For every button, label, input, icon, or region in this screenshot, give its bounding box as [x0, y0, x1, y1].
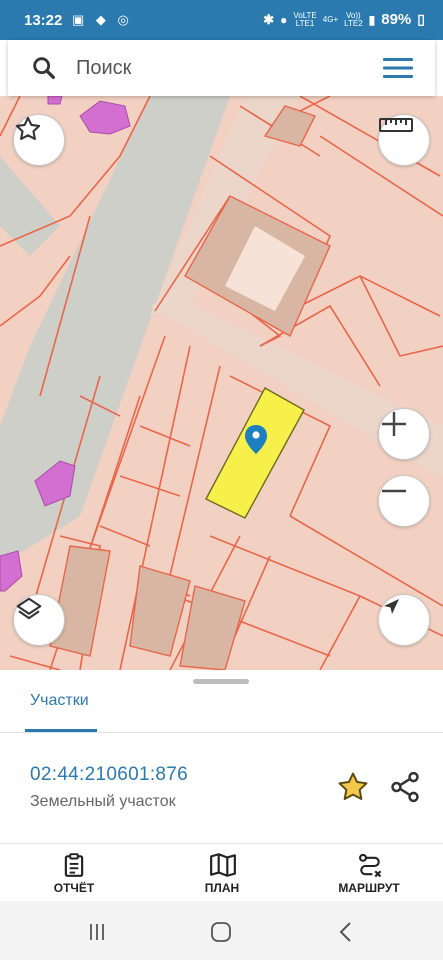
ruler-icon [379, 118, 413, 132]
search-icon[interactable] [30, 54, 58, 82]
battery-icon: ▯ [417, 11, 425, 27]
parcel-type: Земельный участок [30, 793, 176, 810]
favorite-map-button[interactable] [13, 114, 65, 166]
clock: 13:22 [24, 12, 63, 29]
net2-label: 4G+ [322, 14, 339, 24]
search-bar[interactable]: Поиск [8, 40, 435, 96]
clipboard-icon [64, 853, 84, 877]
battery-level: 89% [381, 11, 412, 28]
cadastral-number[interactable]: 02:44:210601:876 [30, 764, 188, 786]
plus-icon [382, 412, 406, 436]
nav-plan[interactable]: ПЛАН [162, 844, 282, 902]
nav-plan-label: ПЛАН [204, 881, 240, 895]
home-icon[interactable] [210, 921, 232, 943]
notification-icons: ▣ ◆ ◎ [72, 12, 133, 27]
signal-icon: ▮ [368, 12, 376, 27]
net3-sub: LTE2 [344, 18, 363, 28]
recent-apps-icon[interactable] [87, 922, 107, 942]
map-icon [210, 853, 236, 877]
layers-icon [16, 597, 42, 620]
location-icon: ● [280, 12, 288, 27]
nav-route[interactable]: МАРШРУТ [309, 844, 429, 902]
minus-icon [382, 489, 406, 493]
divider [0, 732, 443, 733]
menu-icon[interactable] [383, 56, 413, 80]
status-indicators: ✱ ● VoLTE LTE1 4G+ Vo)) LTE2 ▮ 89% ▯ [263, 11, 425, 28]
net1-sub: LTE1 [295, 18, 315, 28]
layers-button[interactable] [13, 594, 65, 646]
ruler-button[interactable] [378, 114, 430, 166]
parcel-sheet: Участки 02:44:210601:876 Земельный участ… [0, 670, 443, 845]
star-outline-icon [15, 116, 41, 140]
share-icon[interactable] [388, 770, 422, 804]
zoom-out-button[interactable] [378, 475, 430, 527]
route-icon [359, 853, 382, 878]
system-navigation [0, 901, 443, 960]
nav-report-label: ОТЧЁТ [53, 881, 95, 895]
bluetooth-icon: ✱ [263, 11, 275, 27]
status-bar: 13:22 ▣ ◆ ◎ ✱ ● VoLTE LTE1 4G+ Vo)) LTE2 ▮… [0, 0, 443, 40]
nav-route-label: МАРШРУТ [338, 881, 400, 895]
bottom-navigation: ОТЧЁТ ПЛАН МАРШРУТ [0, 843, 443, 901]
search-input[interactable]: Поиск [76, 57, 131, 80]
sheet-drag-handle[interactable] [193, 679, 249, 684]
favorite-star-icon[interactable] [336, 770, 370, 804]
my-location-button[interactable] [378, 594, 430, 646]
zoom-in-button[interactable] [378, 408, 430, 460]
navigation-arrow-icon [384, 599, 399, 614]
map-canvas[interactable] [0, 96, 443, 670]
tab-parcels[interactable]: Участки [30, 692, 89, 710]
nav-report[interactable]: ОТЧЁТ [14, 844, 134, 902]
back-icon[interactable] [338, 921, 354, 943]
cadastral-map[interactable] [0, 96, 443, 670]
